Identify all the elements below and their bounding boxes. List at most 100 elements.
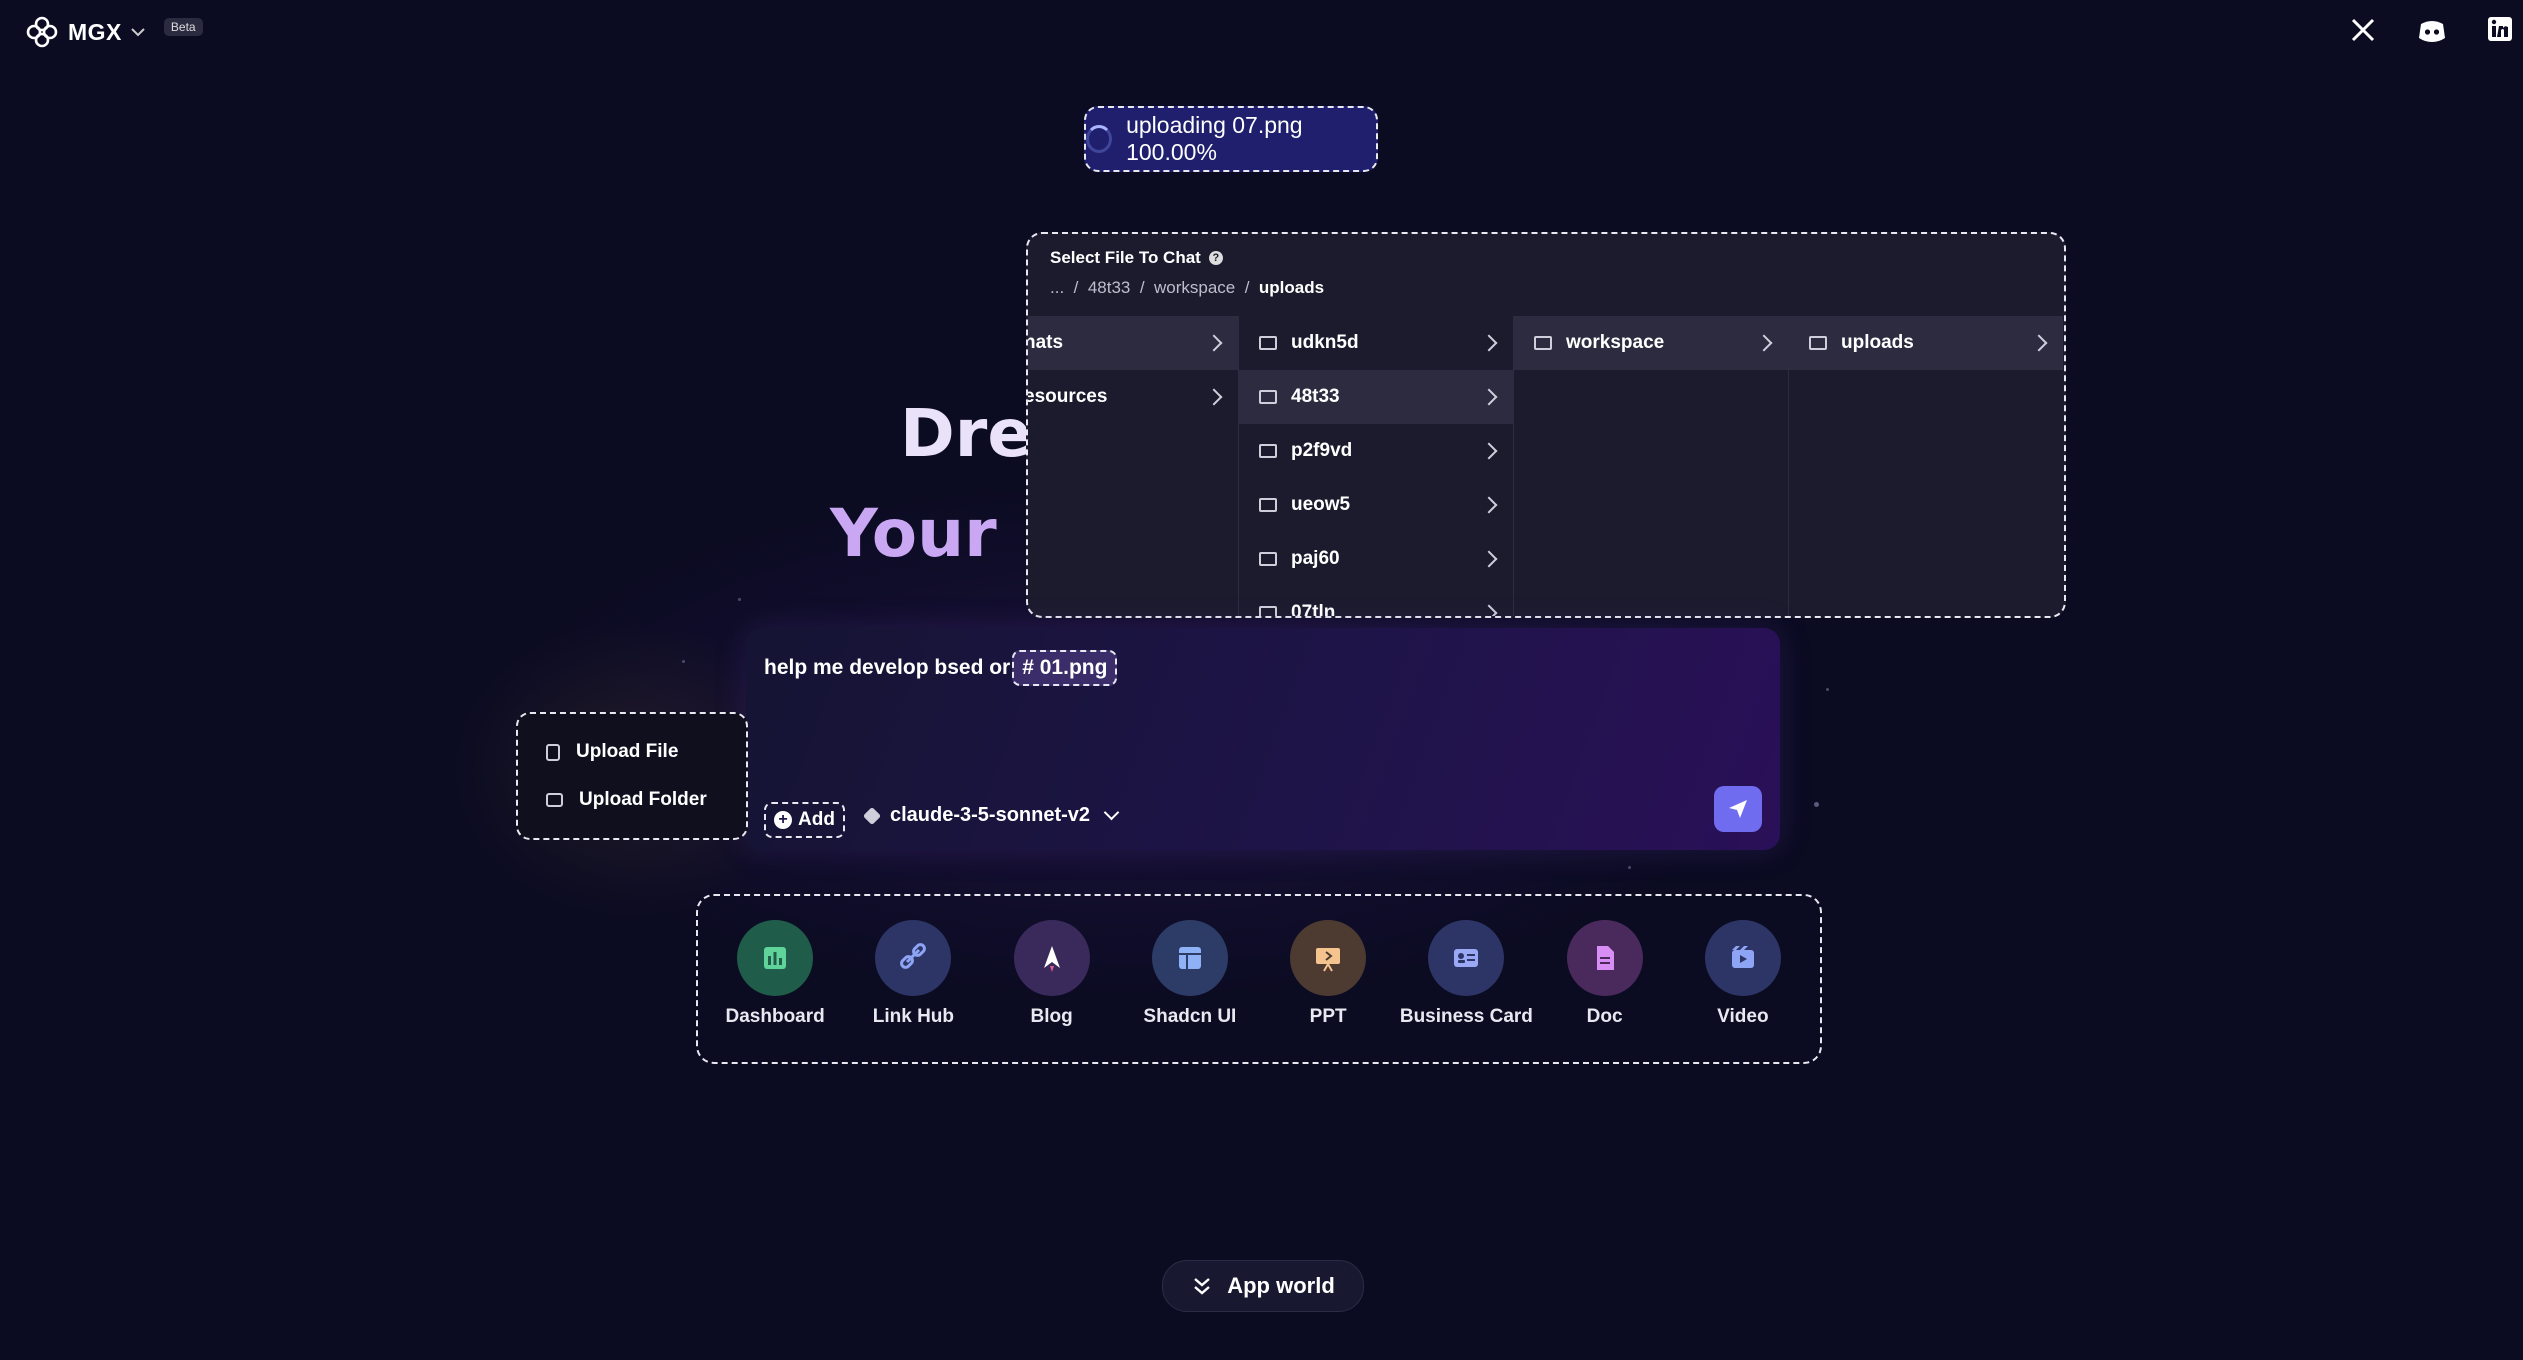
chevron-right-icon: [1755, 334, 1773, 352]
folder-icon: [1259, 444, 1277, 458]
picker-item-label: uploads: [1841, 332, 1914, 353]
picker-item-label: esources: [1026, 386, 1108, 407]
app-icon-circle: [1704, 920, 1781, 996]
chat-input-box[interactable]: help me develop bsed or # 01.png + Add c…: [746, 628, 1780, 850]
picker-item-label: hats: [1026, 332, 1064, 353]
picker-column-projects: udkn5d 48t33 p2f9vd ueow5 paj60 07tln: [1239, 316, 1514, 616]
chevron-right-icon: [1205, 334, 1223, 352]
app-tile-dashboard[interactable]: Dashboard: [706, 896, 844, 1062]
upload-file-item[interactable]: Upload File: [518, 728, 746, 776]
picker-folder-48t33[interactable]: 48t33: [1239, 370, 1513, 424]
app-world-button[interactable]: App world: [1162, 1260, 1364, 1312]
picker-title: Select File To Chat: [1050, 248, 1201, 267]
blog-icon: [1043, 946, 1060, 972]
picker-item-label: workspace: [1566, 332, 1665, 353]
picker-item-label: paj60: [1291, 548, 1340, 569]
chevron-right-icon: [1480, 496, 1498, 514]
breadcrumb-separator: /: [1073, 278, 1079, 297]
discord-icon[interactable]: [2417, 16, 2447, 44]
file-picker-panel: Select File To Chat ? ... / 48t33 / work…: [1026, 232, 2066, 618]
dashboard-icon: [764, 947, 787, 969]
picker-folder-p2f9vd[interactable]: p2f9vd: [1239, 424, 1513, 478]
add-button[interactable]: + Add: [764, 802, 845, 838]
picker-column-root: hats esources: [1028, 316, 1239, 616]
spinner-icon: [1086, 125, 1113, 153]
picker-item-label: 48t33: [1291, 386, 1340, 407]
app-icon-circle: [1290, 920, 1367, 996]
picker-item-resources[interactable]: esources: [1026, 370, 1238, 424]
model-selector[interactable]: claude-3-5-sonnet-v2: [862, 804, 1120, 827]
app-icon-circle: [737, 920, 814, 996]
chevron-right-icon: [1480, 388, 1498, 406]
breadcrumb: ... / 48t33 / workspace / uploads: [1050, 278, 2042, 298]
app-label: Link Hub: [872, 1006, 955, 1027]
breadcrumb-item[interactable]: workspace: [1154, 278, 1235, 297]
app-tile-blog[interactable]: Blog: [983, 896, 1121, 1062]
chat-prompt[interactable]: help me develop bsed or # 01.png: [764, 650, 1118, 686]
upload-folder-item[interactable]: Upload Folder: [518, 776, 746, 824]
brand[interactable]: MGX Beta: [24, 14, 203, 50]
layout-icon: [1178, 947, 1201, 969]
linkedin-icon[interactable]: [2487, 16, 2513, 42]
chevron-right-icon: [2030, 334, 2048, 352]
app-label: Doc: [1586, 1006, 1623, 1027]
app-tile-link-hub[interactable]: Link Hub: [844, 896, 982, 1062]
app-templates-row: Dashboard Link Hub Blog Shadcn UI PPT Busines…: [696, 894, 1822, 1064]
app-icon-circle: [1566, 920, 1643, 996]
picker-folder-uploads[interactable]: uploads: [1789, 316, 2063, 370]
picker-column-uploads: uploads: [1789, 316, 2063, 616]
brand-name: MGX: [68, 18, 122, 45]
app-label: Business Card: [1399, 1006, 1533, 1027]
picker-item-label: ueow5: [1291, 494, 1351, 515]
hero-title-line2: Your: [830, 495, 997, 572]
chevron-right-icon: [1480, 442, 1498, 460]
picker-item-chats[interactable]: hats: [1026, 316, 1238, 370]
app-tile-ppt[interactable]: PPT: [1259, 896, 1397, 1062]
chevron-down-icon: [1103, 804, 1120, 821]
folder-icon: [1809, 336, 1827, 350]
picker-folder-workspace[interactable]: workspace: [1514, 316, 1788, 370]
breadcrumb-item[interactable]: 48t33: [1088, 278, 1131, 297]
app-tile-shadcn-ui[interactable]: Shadcn UI: [1121, 896, 1259, 1062]
plus-icon: +: [774, 811, 792, 829]
breadcrumb-ellipsis[interactable]: ...: [1050, 278, 1064, 297]
picker-folder-udkn5d[interactable]: udkn5d: [1239, 316, 1513, 370]
folder-icon: [546, 793, 563, 807]
app-tile-doc[interactable]: Doc: [1536, 896, 1674, 1062]
picker-item-label: 07tln: [1291, 602, 1336, 618]
app-label: Video: [1717, 1006, 1769, 1027]
picker-item-label: udkn5d: [1291, 332, 1359, 353]
app-tile-video[interactable]: Video: [1674, 896, 1812, 1062]
model-name: claude-3-5-sonnet-v2: [890, 804, 1091, 826]
link-icon: [900, 943, 927, 969]
app-label: Shadcn UI: [1143, 1006, 1237, 1027]
app-icon-circle: [1013, 920, 1090, 996]
send-button[interactable]: [1714, 786, 1762, 832]
hero-title-line1: Dre: [900, 395, 1033, 472]
help-icon[interactable]: ?: [1208, 251, 1223, 265]
folder-icon: [1259, 336, 1277, 350]
file-mention-chip[interactable]: # 01.png: [1012, 650, 1118, 686]
upload-progress-toast: uploading 07.png 100.00%: [1084, 106, 1378, 172]
picker-folder-07tln[interactable]: 07tln: [1239, 586, 1513, 618]
upload-progress-text: uploading 07.png 100.00%: [1126, 112, 1303, 165]
app-label: Dashboard: [725, 1006, 825, 1027]
app-tile-business-card[interactable]: Business Card: [1397, 896, 1535, 1062]
upload-menu: Upload File Upload Folder: [516, 712, 748, 840]
chevron-down-icon[interactable]: [130, 26, 146, 38]
app-icon-circle: [875, 920, 952, 996]
picker-folder-ueow5[interactable]: ueow5: [1239, 478, 1513, 532]
x-icon[interactable]: [2349, 16, 2377, 44]
id-card-icon: [1454, 949, 1479, 967]
picker-folder-paj60[interactable]: paj60: [1239, 532, 1513, 586]
cube-icon: [862, 806, 882, 825]
breadcrumb-separator: /: [1244, 278, 1250, 297]
chevron-right-icon: [1480, 334, 1498, 352]
prompt-text: help me develop bsed or: [764, 656, 1011, 679]
app-label: PPT: [1309, 1006, 1347, 1027]
folder-icon: [1259, 498, 1277, 512]
app-world-label: App world: [1227, 1273, 1335, 1298]
folder-icon: [1259, 552, 1277, 566]
social-links: [2349, 16, 2513, 44]
upload-file-label: Upload File: [576, 741, 679, 762]
